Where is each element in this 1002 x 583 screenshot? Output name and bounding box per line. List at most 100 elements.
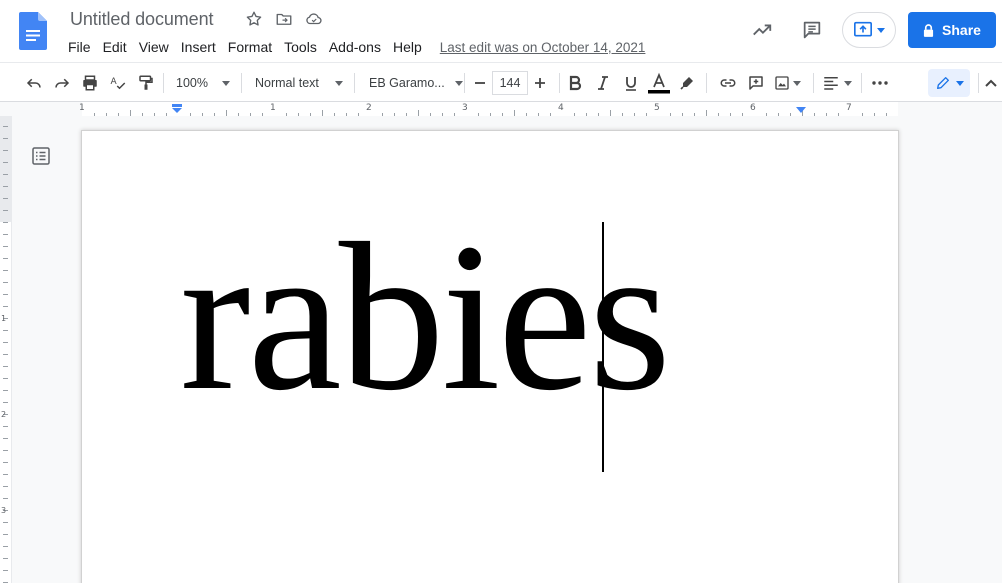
undo-redo-group: A	[20, 63, 160, 103]
menu-addons[interactable]: Add-ons	[323, 37, 387, 57]
toolbar-separator	[706, 73, 707, 93]
title-icons	[244, 9, 324, 29]
header-actions: Share	[744, 12, 996, 48]
bold-icon[interactable]	[561, 69, 589, 97]
present-button[interactable]	[842, 12, 896, 48]
increase-font-size-icon[interactable]	[528, 69, 552, 97]
editing-mode-chip	[928, 69, 970, 97]
text-cursor	[602, 222, 604, 472]
highlight-color-icon[interactable]	[673, 69, 701, 97]
menu-file[interactable]: File	[62, 37, 97, 57]
share-button[interactable]: Share	[908, 12, 996, 48]
menu-edit[interactable]: Edit	[97, 37, 133, 57]
horizontal-ruler[interactable]: 1 1 2 3 4 5 6 7	[0, 102, 1002, 116]
toolbar-separator	[241, 73, 242, 93]
last-edit-link[interactable]: Last edit was on October 14, 2021	[440, 40, 646, 55]
undo-icon[interactable]	[20, 69, 48, 97]
vruler-number: 2	[1, 410, 7, 419]
more-options-button[interactable]	[866, 63, 894, 103]
align-button[interactable]	[822, 63, 852, 103]
move-folder-icon[interactable]	[274, 9, 294, 29]
editing-mode-button[interactable]	[928, 63, 970, 103]
ruler-number: 1	[79, 103, 85, 113]
text-color-icon[interactable]	[645, 69, 673, 97]
ruler-number: 6	[750, 103, 756, 113]
insert-comment-icon[interactable]	[742, 69, 770, 97]
toolbar-separator	[163, 73, 164, 93]
menu-format[interactable]: Format	[222, 37, 278, 57]
share-label: Share	[942, 22, 981, 38]
insert-image-button[interactable]	[770, 69, 804, 97]
insert-link-icon[interactable]	[714, 69, 742, 97]
document-title[interactable]: Untitled document	[70, 9, 213, 30]
font-size-stepper: 144	[468, 63, 552, 103]
toolbar-separator	[464, 73, 465, 93]
google-docs-window: Untitled document File Edit View Insert …	[0, 0, 1002, 583]
ruler-number: 4	[558, 103, 564, 113]
ruler-ticks	[94, 110, 887, 116]
decrease-font-size-icon[interactable]	[468, 69, 492, 97]
toolbar-separator	[978, 73, 979, 93]
chevron-up-icon	[985, 79, 997, 87]
present-icon	[854, 21, 872, 37]
chevron-down-icon	[454, 80, 463, 86]
hide-menus-button[interactable]	[984, 63, 998, 103]
document-body-text[interactable]: rabies	[180, 211, 671, 423]
vruler-number: 1	[1, 314, 7, 323]
ruler-number: 5	[654, 103, 660, 113]
zoom-select[interactable]: 100%	[176, 63, 230, 103]
image-icon	[774, 76, 789, 90]
more-horizontal-icon	[866, 69, 894, 97]
menu-view[interactable]: View	[133, 37, 175, 57]
spellcheck-icon[interactable]: A	[104, 69, 132, 97]
activity-trend-icon[interactable]	[744, 12, 780, 48]
ruler-number: 3	[462, 103, 468, 113]
left-indent-marker[interactable]	[171, 104, 183, 114]
align-left-icon	[824, 77, 838, 90]
italic-icon[interactable]	[589, 69, 617, 97]
lock-icon	[923, 23, 934, 37]
toolbar-separator	[861, 73, 862, 93]
toolbar-separator	[559, 73, 560, 93]
font-size-input[interactable]: 144	[492, 71, 528, 95]
document-page[interactable]: rabies	[82, 131, 898, 583]
ruler-number: 7	[846, 103, 852, 113]
ruler-number: 2	[366, 103, 372, 113]
zoom-value: 100%	[176, 76, 208, 90]
chevron-down-icon	[334, 80, 343, 86]
outline-list-icon	[32, 147, 50, 165]
text-format-group	[561, 63, 701, 103]
print-icon[interactable]	[76, 69, 104, 97]
comments-icon[interactable]	[794, 12, 830, 48]
toolbar-separator	[813, 73, 814, 93]
ruler-number: 1	[270, 103, 276, 113]
toolbar-separator	[354, 73, 355, 93]
document-outline-button[interactable]	[31, 146, 51, 166]
chevron-down-icon	[844, 80, 852, 86]
insert-group	[714, 63, 804, 103]
menu-tools[interactable]: Tools	[278, 37, 323, 57]
svg-text:A: A	[111, 77, 118, 87]
vruler-number: 3	[1, 506, 7, 515]
redo-icon[interactable]	[48, 69, 76, 97]
header-bar: Untitled document File Edit View Insert …	[0, 0, 1002, 62]
star-icon[interactable]	[244, 9, 264, 29]
menu-insert[interactable]: Insert	[175, 37, 222, 57]
underline-icon[interactable]	[617, 69, 645, 97]
cloud-saved-icon[interactable]	[304, 9, 324, 29]
paragraph-style-select[interactable]: Normal text	[255, 63, 343, 103]
right-indent-marker[interactable]	[795, 107, 807, 115]
formatting-toolbar: A 100% Normal text EB Garamo... 144	[0, 62, 1002, 102]
chevron-down-icon	[877, 27, 885, 33]
chevron-down-icon	[792, 80, 801, 86]
vertical-ruler[interactable]: 1 2 3	[0, 116, 12, 583]
paragraph-style-value: Normal text	[255, 76, 319, 90]
menu-bar: File Edit View Insert Format Tools Add-o…	[62, 37, 645, 57]
pencil-edit-icon	[936, 77, 949, 89]
ruler-page-area	[82, 102, 898, 116]
chevron-down-icon	[221, 80, 230, 86]
docs-logo-icon[interactable]	[19, 12, 47, 50]
paint-format-icon[interactable]	[132, 69, 160, 97]
font-family-select[interactable]: EB Garamo...	[369, 63, 463, 103]
menu-help[interactable]: Help	[387, 37, 428, 57]
